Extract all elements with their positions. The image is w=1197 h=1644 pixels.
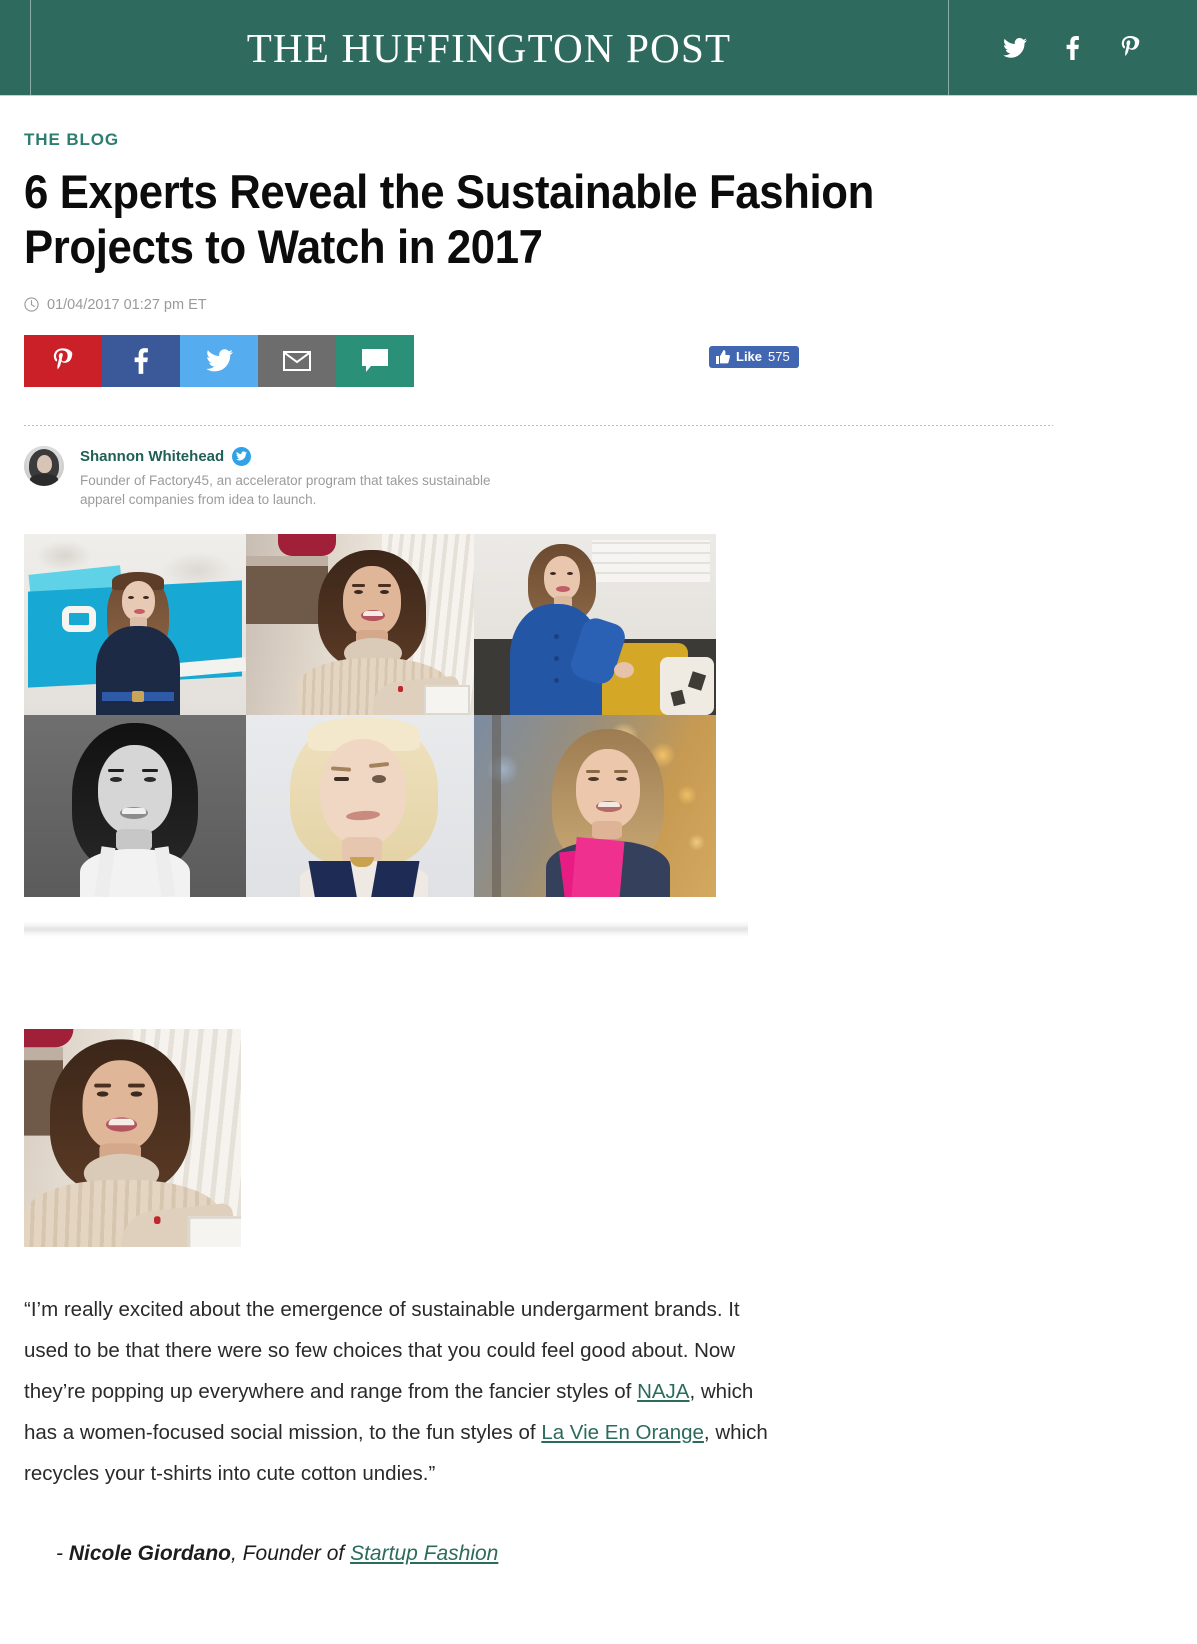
quote-paragraph: “I’m really excited about the emergence … bbox=[24, 1289, 784, 1494]
facebook-icon[interactable] bbox=[1058, 33, 1088, 63]
image-caption-strip bbox=[24, 921, 748, 938]
pinterest-icon[interactable] bbox=[1116, 33, 1146, 63]
like-count: 575 bbox=[768, 349, 790, 365]
grid-photo-5 bbox=[246, 715, 474, 898]
share-bar: Like 575 bbox=[24, 334, 1173, 387]
link-la-vie-en-orange[interactable]: La Vie En Orange bbox=[541, 1421, 704, 1444]
share-facebook-button[interactable] bbox=[102, 334, 180, 387]
article-container: THE BLOG 6 Experts Reveal the Sustainabl… bbox=[0, 130, 1197, 1566]
site-header: THE HUFFINGTON POST bbox=[0, 0, 1197, 96]
site-logo[interactable]: THE HUFFINGTON POST bbox=[30, 0, 948, 95]
author-twitter-icon[interactable] bbox=[232, 446, 252, 466]
facebook-like-button[interactable]: Like 575 bbox=[709, 345, 799, 368]
author-name[interactable]: Shannon Whitehead bbox=[80, 448, 224, 465]
grid-photo-2 bbox=[246, 534, 474, 716]
byline: Shannon Whitehead Founder of Factory45, … bbox=[24, 445, 1173, 510]
quote-part-1: “I’m really excited about the emergence … bbox=[24, 1298, 740, 1404]
grid-photo-1 bbox=[24, 534, 246, 716]
inline-portrait-photo bbox=[24, 1029, 241, 1248]
link-startup-fashion[interactable]: Startup Fashion bbox=[350, 1542, 498, 1565]
byline-text: Shannon Whitehead Founder of Factory45, … bbox=[80, 446, 525, 510]
grid-photo-6 bbox=[474, 715, 716, 898]
share-button-group bbox=[24, 334, 414, 387]
header-social-links bbox=[948, 0, 1197, 95]
thumbs-up-icon bbox=[716, 349, 730, 364]
grid-photo-3 bbox=[474, 534, 716, 716]
share-twitter-button[interactable] bbox=[180, 334, 258, 387]
timestamp-text: 01/04/2017 01:27 pm ET bbox=[47, 296, 207, 313]
attribution-name: Nicole Giordano bbox=[68, 1542, 232, 1566]
grid-photo-4 bbox=[24, 715, 246, 898]
attribution-dash: - bbox=[56, 1542, 69, 1566]
share-pinterest-button[interactable] bbox=[24, 334, 102, 387]
link-naja[interactable]: NAJA bbox=[637, 1380, 689, 1403]
avatar[interactable] bbox=[24, 445, 64, 486]
clock-icon bbox=[24, 297, 39, 313]
hero-photo-grid[interactable] bbox=[24, 534, 716, 898]
twitter-icon[interactable] bbox=[1000, 33, 1030, 63]
share-comment-button[interactable] bbox=[336, 334, 414, 387]
like-label: Like bbox=[736, 349, 763, 365]
author-bio: Founder of Factory45, an accelerator pro… bbox=[80, 472, 491, 508]
share-email-button[interactable] bbox=[258, 334, 336, 387]
timestamp: 01/04/2017 01:27 pm ET bbox=[24, 297, 1173, 313]
kicker-the-blog[interactable]: THE BLOG bbox=[24, 130, 1173, 150]
attribution-role: , Founder of bbox=[231, 1542, 351, 1566]
author-line: Shannon Whitehead bbox=[80, 446, 525, 466]
byline-divider bbox=[24, 424, 1053, 426]
hero-image-wrap bbox=[24, 534, 1173, 938]
inline-portrait-render bbox=[24, 1029, 241, 1248]
page-title: 6 Experts Reveal the Sustainable Fashion… bbox=[24, 165, 874, 274]
quote-attribution: - Nicole Giordano, Founder of Startup Fa… bbox=[56, 1542, 1173, 1566]
